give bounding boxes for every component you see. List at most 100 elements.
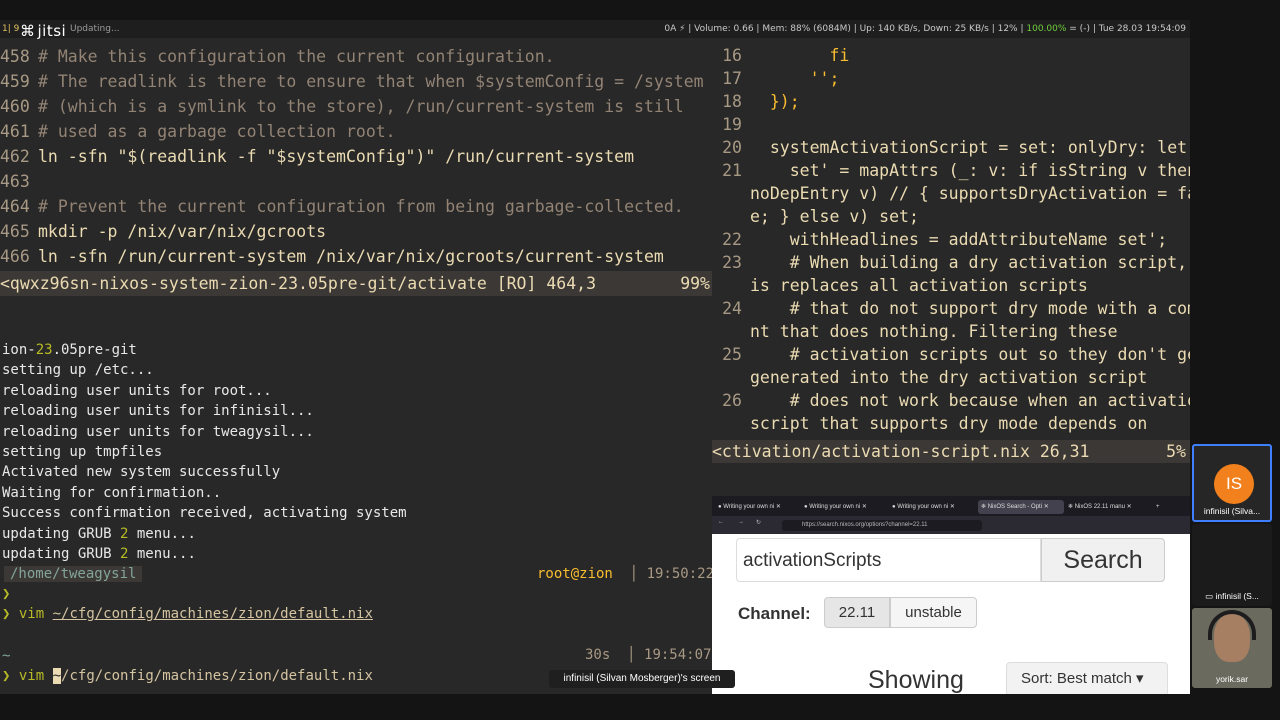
terminal-text: ion- <box>2 342 36 358</box>
code-line: 18 }); <box>712 90 1190 113</box>
line-text: mkdir -p /nix/var/nix/gcroots <box>38 222 327 241</box>
url-bar[interactable]: https://search.nixos.org/options?channel… <box>782 520 982 531</box>
code-line: 23 # When building a dry activation scri… <box>712 251 1190 274</box>
browser-tab[interactable]: ● Writing your own ni ✕ <box>892 500 976 514</box>
code-line: 22 withHeadlines = addAttributeName set'… <box>712 228 1190 251</box>
terminal-text: setting up /etc... <box>2 362 154 379</box>
channel-22-11-button[interactable]: 22.11 <box>824 597 890 628</box>
terminal-line: updating GRUB 2 menu... <box>2 544 196 564</box>
terminal-text: Success confirmation received, activatin… <box>2 505 407 522</box>
participant-tile-infinisil[interactable]: IS infinisil (Silva... <box>1192 444 1272 522</box>
line-number: 458 <box>0 47 30 66</box>
code-line: script that supports dry mode depends on <box>712 412 1190 435</box>
participant-name: infinisil (Silva... <box>1203 506 1261 516</box>
line-text: fi <box>750 46 850 65</box>
forward-icon[interactable]: → <box>738 519 744 525</box>
terminal-number: 23 <box>35 342 53 358</box>
line-text: # (which is a symlink to the store), /ru… <box>38 97 684 116</box>
line-text: generated into the dry activation script <box>750 368 1148 387</box>
code-line: 462 ln -sfn "$(readlink -f "$systemConfig… <box>0 144 634 169</box>
participant-name: yorik.sar <box>1215 674 1249 684</box>
headphones-icon <box>1208 610 1256 640</box>
line-number: 24 <box>722 299 742 318</box>
text-cursor: ~ <box>52 668 62 684</box>
line-text: # Prevent the current configuration from… <box>38 197 684 216</box>
terminal-text: Activated new system successfully <box>2 464 281 481</box>
line-text: set' = mapAttrs (_: v: if isString v the… <box>750 161 1190 180</box>
line-number: 463 <box>0 172 30 191</box>
prompt-user-host: root@zion │ 19:50:22 <box>537 566 715 582</box>
line-number: 19 <box>722 115 742 134</box>
terminal-line: reloading user units for tweagysil... <box>2 422 314 442</box>
channel-unstable-button[interactable]: unstable <box>890 597 977 628</box>
caret-down-icon: ▾ <box>1136 670 1144 687</box>
line-number: 16 <box>722 46 742 65</box>
line-text: # that do not support dry mode with a co… <box>750 299 1190 318</box>
line-text: script that supports dry mode depends on <box>750 414 1148 433</box>
code-line: e; } else v) set; <box>712 205 1190 228</box>
line-text: is replaces all activation scripts <box>750 276 1088 295</box>
search-button[interactable]: Search <box>1041 538 1165 582</box>
line-text: nt that does nothing. Filtering these <box>750 322 1118 341</box>
code-line: noDepEntry v) // { supportsDryActivation… <box>712 182 1190 205</box>
code-line: generated into the dry activation script <box>712 366 1190 389</box>
code-line: 464 # Prevent the current configuration f… <box>0 194 684 219</box>
prompt-arrow-icon: ❯ <box>2 586 11 602</box>
command-line-1[interactable]: ❯ vim ~/cfg/config/machines/zion/default… <box>2 604 373 624</box>
terminal-text: menu... <box>128 525 196 542</box>
channel-label: Channel: <box>738 604 811 623</box>
code-line: 21 set' = mapAttrs (_: v: if isString v … <box>712 159 1190 182</box>
line-number: 22 <box>722 230 742 249</box>
line-number: 459 <box>0 72 30 91</box>
terminal-text: menu... <box>128 546 196 562</box>
back-icon[interactable]: ← <box>718 519 724 525</box>
code-line: nt that does nothing. Filtering these <box>712 320 1190 343</box>
right-vim-editor[interactable]: 16 fi 17 ''; 18 }); 19 20 systemActivationSc… <box>712 44 1190 464</box>
line-text: systemActivationScript = set: onlyDry: l… <box>750 138 1188 157</box>
terminal-text: updating GRUB <box>2 525 121 542</box>
line-number: 26 <box>722 391 742 410</box>
workspace-indicator[interactable]: 1| 9 <box>2 24 19 34</box>
left-vim-editor[interactable]: 458 # Make this configuration the current… <box>0 44 712 296</box>
results-showing-text: Showing <box>868 666 964 694</box>
browser-tab-bar: ● Writing your own ni ✕ ● Writing your o… <box>712 496 1190 516</box>
line-number: 20 <box>722 138 742 157</box>
line-text: }); <box>750 92 800 111</box>
prompt2-path: ~ <box>2 648 11 664</box>
participant-tile-yorik[interactable]: yorik.sar <box>1192 608 1272 688</box>
code-line: 466 ln -sfn /run/current-system /nix/var/… <box>0 244 664 269</box>
code-line: 463 <box>0 169 38 194</box>
browser-tab[interactable]: ● Writing your own ni ✕ <box>804 500 888 514</box>
jitsi-logo-icon: ⌘ <box>20 22 36 40</box>
code-line: is replaces all activation scripts <box>712 274 1190 297</box>
terminal-text: Waiting for confirmation.. <box>2 484 222 501</box>
browser-tab-active[interactable]: ❄ NixOS Search - Opti ✕ <box>978 500 1064 514</box>
terminal-text: updating GRUB <box>2 546 121 562</box>
line-text: ''; <box>750 69 840 88</box>
left-vim-statusline: <qwxz96sn-nixos-system-zion-23.05pre-git… <box>0 271 712 296</box>
line-text: # activation scripts out so they don't g… <box>750 345 1190 364</box>
avatar: IS <box>1214 464 1254 504</box>
line-number: 464 <box>0 197 30 216</box>
browser-tab[interactable]: ● Writing your own ni ✕ <box>718 500 800 514</box>
line-text: # When building a dry activation script,… <box>750 253 1190 272</box>
new-tab-icon[interactable]: + <box>1156 500 1168 514</box>
line-text: ln -sfn "$(readlink -f "$systemConfig")"… <box>38 147 635 166</box>
search-input[interactable]: activationScripts <box>736 538 1041 582</box>
browser-tab[interactable]: ❄ NixOS 22.11 manu ✕ <box>1068 500 1148 514</box>
right-vim-statusline: <ctivation/activation-script.nix 26,31 5% <box>712 440 1190 463</box>
line-number: 461 <box>0 122 30 141</box>
code-line: 24 # that do not support dry mode with a… <box>712 297 1190 320</box>
reload-icon[interactable]: ↻ <box>756 519 761 526</box>
code-line: 461 # used as a garbage collection root. <box>0 119 396 144</box>
terminal-line: setting up /etc... <box>2 360 154 380</box>
line-text: withHeadlines = addAttributeName set'; <box>750 230 1168 249</box>
system-stats: 0A ⚡ | Volume: 0.66 | Mem: 88% (6084M) |… <box>664 24 1186 34</box>
browser-window: ● Writing your own ni ✕ ● Writing your o… <box>712 496 1190 694</box>
line-text: # used as a garbage collection root. <box>38 122 396 141</box>
sort-dropdown[interactable]: Sort: Best match ▾ <box>1006 662 1168 694</box>
participant-tile-infinisil-screen[interactable]: ▭ infinisil (S... <box>1192 524 1272 606</box>
line-number: 23 <box>722 253 742 272</box>
command-line-2[interactable]: ❯ vim ~/cfg/config/machines/zion/default… <box>2 666 373 686</box>
code-line: 17 ''; <box>712 67 1190 90</box>
